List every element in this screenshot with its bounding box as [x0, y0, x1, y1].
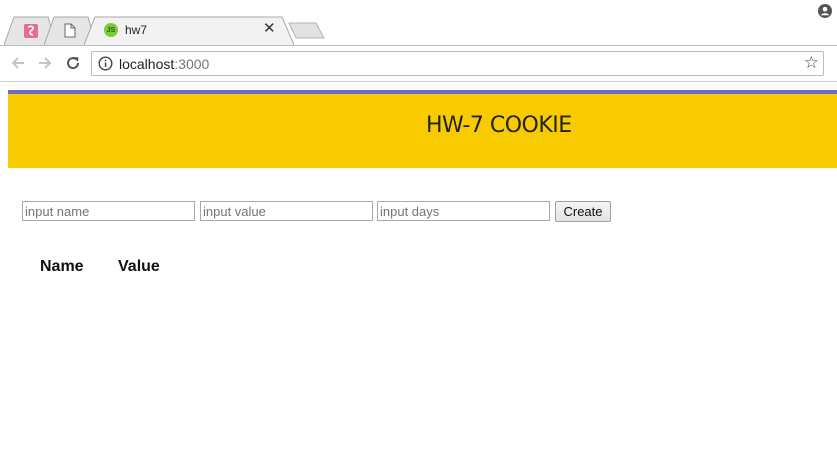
ruby-gem-icon — [24, 24, 38, 38]
url-port: :3000 — [174, 56, 210, 72]
tab-hw7[interactable]: JS hw7 ✕ — [84, 16, 294, 45]
page-title: HW-7 COOKIE — [426, 113, 572, 138]
header-banner: HW-7 COOKIE — [8, 94, 837, 168]
new-tab-shape — [288, 22, 325, 39]
url-text: localhost:3000 — [119, 56, 209, 72]
back-button[interactable] — [8, 53, 28, 73]
cookie-name-input[interactable] — [22, 201, 195, 221]
browser-toolbar: localhost:3000 ☆ — [0, 45, 837, 82]
close-tab-icon[interactable]: ✕ — [263, 21, 276, 37]
column-header-value: Value — [118, 258, 160, 275]
cookie-value-input[interactable] — [200, 201, 373, 221]
profile-icon[interactable] — [818, 4, 832, 23]
document-icon — [64, 23, 76, 43]
column-header-name: Name — [40, 258, 84, 275]
back-arrow-icon — [11, 57, 24, 69]
tab-title: hw7 — [125, 23, 148, 37]
bookmark-star-icon[interactable]: ☆ — [804, 54, 819, 72]
cookie-days-input[interactable] — [377, 201, 550, 221]
nodejs-icon: JS — [104, 23, 118, 37]
address-bar[interactable]: localhost:3000 ☆ — [91, 51, 824, 76]
reload-button[interactable] — [63, 53, 83, 73]
new-tab-button[interactable] — [288, 22, 326, 40]
tab-strip: JS hw7 ✕ — [0, 0, 837, 45]
create-button[interactable]: Create — [555, 201, 611, 222]
url-host: localhost — [119, 56, 175, 72]
reload-icon — [67, 57, 80, 70]
forward-arrow-icon — [39, 57, 52, 69]
info-icon[interactable] — [98, 56, 113, 76]
forward-button[interactable] — [35, 53, 55, 73]
